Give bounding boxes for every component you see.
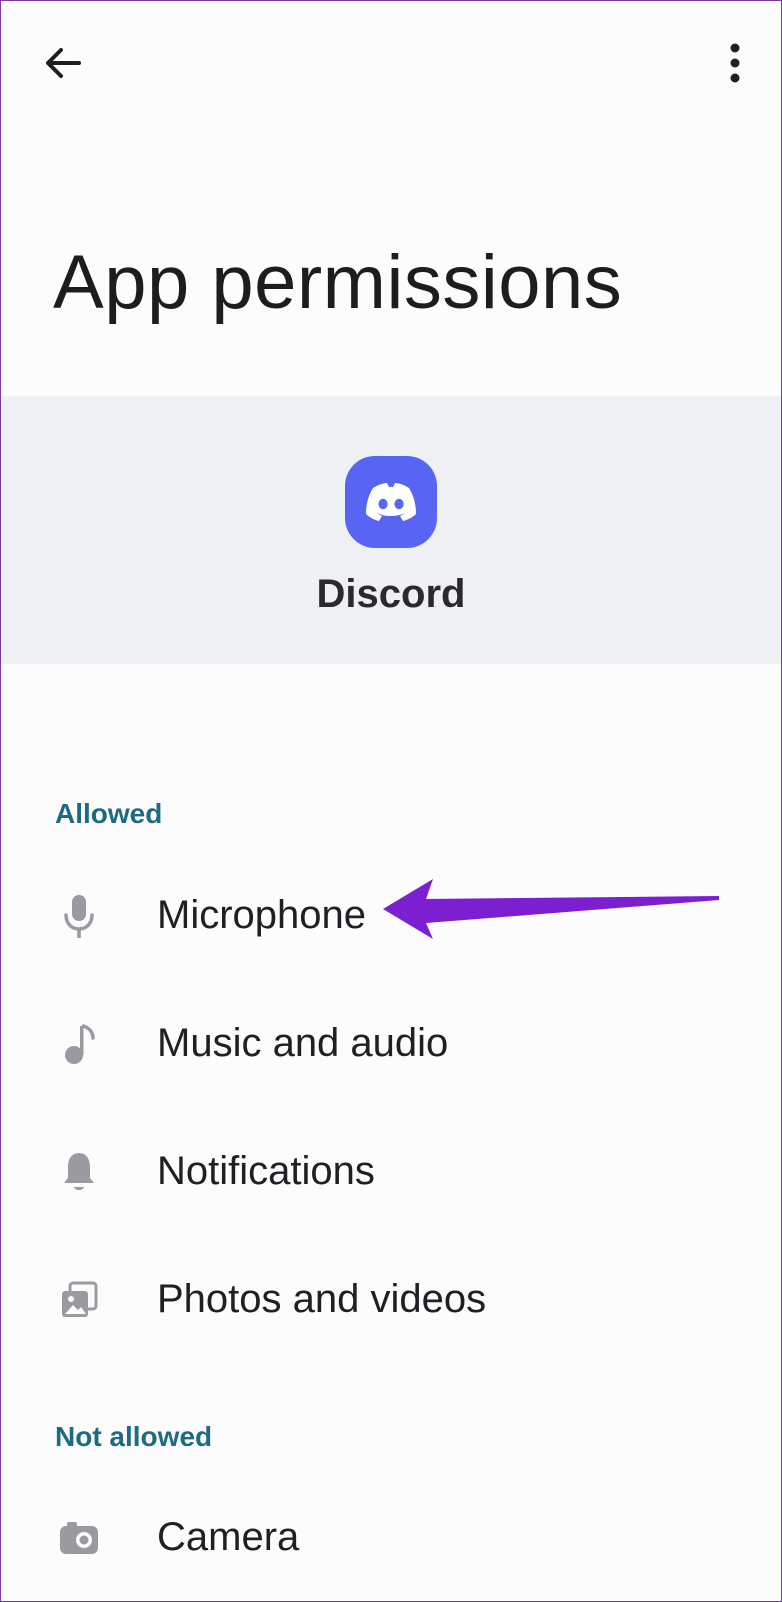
- permission-row-photos-and-videos[interactable]: Photos and videos: [1, 1241, 781, 1359]
- back-button[interactable]: [31, 31, 95, 95]
- permission-label: Notifications: [157, 1149, 375, 1193]
- bell-icon: [57, 1147, 101, 1197]
- annotation-arrow: [383, 879, 719, 939]
- permission-label: Microphone: [157, 893, 367, 937]
- permission-row-music-and-audio[interactable]: Music and audio: [1, 985, 781, 1103]
- permission-row-camera[interactable]: Camera: [1, 1479, 781, 1597]
- microphone-icon: [57, 891, 101, 941]
- permission-label: Photos and videos: [157, 1277, 487, 1321]
- discord-logo-icon: [345, 456, 437, 548]
- camera-icon: [57, 1513, 101, 1563]
- music-note-icon: [57, 1019, 101, 1069]
- app-name: Discord: [316, 572, 466, 616]
- app-header: Discord: [1, 396, 781, 664]
- page-title: App permissions: [53, 240, 623, 325]
- app-permissions-screen: App permissions Discord Allowed Micropho…: [0, 0, 782, 1602]
- more-vert-icon: [730, 43, 740, 83]
- photos-icon: [57, 1275, 101, 1325]
- top-app-bar: [1, 1, 781, 125]
- permission-label: Camera: [157, 1515, 300, 1559]
- arrow-back-icon: [46, 48, 81, 78]
- more-options-button[interactable]: [703, 31, 767, 95]
- section-not-allowed-label: Not allowed: [55, 1421, 213, 1452]
- section-allowed-label: Allowed: [55, 798, 163, 829]
- permission-row-notifications[interactable]: Notifications: [1, 1113, 781, 1231]
- permission-label: Music and audio: [157, 1021, 449, 1065]
